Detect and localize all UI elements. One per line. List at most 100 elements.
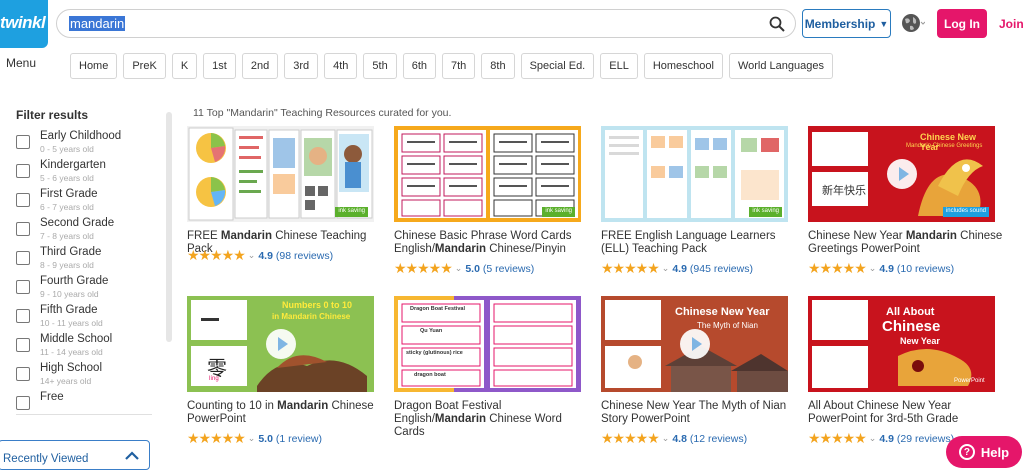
filter-label: Fifth Grade [40,304,98,316]
resource-thumbnail[interactable]: All About Chinese New Year PowerPoint [808,296,995,392]
filter-checkbox[interactable] [16,251,30,265]
card-text: dragon boat [414,372,446,378]
card-text: Dragon Boat Festival [410,306,466,312]
rating: ★★★★★ ⌄ 4.9 (29 reviews) [808,430,954,447]
play-icon[interactable] [886,159,917,189]
caret-down-icon: ▼ [879,18,889,29]
grade-link[interactable]: 5th [363,53,397,79]
resource-thumbnail[interactable]: Chinese New Year The Myth of Nian [601,296,788,392]
resource-card[interactable]: ink saving FREE Mandarin Chinese Teachin… [187,126,382,266]
sound-badge: includes sound [942,207,989,217]
globe-icon[interactable] [901,13,925,35]
resource-title[interactable]: Chinese New Year Mandarin Chinese Greeti… [808,230,1008,256]
filter-label: Fourth Grade [40,275,109,287]
chevron-down-icon[interactable]: ⌄ [248,250,256,261]
resource-title[interactable]: FREE English Language Learners (ELL) Tea… [601,230,801,256]
filter-checkbox[interactable] [16,222,30,236]
join-link[interactable]: Join [999,17,1024,31]
filter-age-range: 9 - 10 years old [40,289,99,299]
review-count-link[interactable]: (29 reviews) [897,433,954,445]
chevron-down-icon[interactable]: ⌄ [869,263,877,274]
resource-card[interactable]: ink saving Chinese Basic Phrase Word Car… [394,126,589,276]
grade-link[interactable]: 1st [203,53,236,79]
grade-link[interactable]: Home [70,53,118,79]
chevron-down-icon[interactable]: ⌄ [662,263,670,274]
rating-score: 4.8 [672,432,687,445]
grade-link[interactable]: Homeschool [643,53,723,79]
grade-link[interactable]: Special Ed. [520,53,595,79]
search-input[interactable]: mandarin [69,16,126,31]
grade-link[interactable]: 3rd [284,53,319,79]
resource-title[interactable]: Dragon Boat Festival English/Mandarin Ch… [394,400,594,439]
resource-card[interactable]: All About Chinese New Year PowerPoint Al… [808,296,1003,446]
resource-card[interactable]: Chinese New Year Mandarin Chinese Greeti… [808,126,1003,276]
thumbnail-subtitle: Mandarin Chinese Greetings [906,143,983,149]
review-count-link[interactable]: (12 reviews) [690,433,747,445]
grade-link[interactable]: 8th [481,53,515,79]
rating: ★★★★★ ⌄ 4.9 (10 reviews) [808,260,954,277]
grade-link[interactable]: PreK [123,53,166,79]
filter-checkbox[interactable] [16,280,30,294]
help-button[interactable]: ? Help [946,436,1022,468]
resource-card[interactable]: Numbers 0 to 10 in Mandarin Chinese 零 lí… [187,296,382,446]
resource-title[interactable]: Chinese Basic Phrase Word Cards English/… [394,230,594,256]
resource-card[interactable]: Chinese New Year The Myth of Nian Chines… [601,296,796,446]
chevron-down-icon[interactable]: ⌄ [869,433,877,444]
rating: ★★★★★ ⌄ 5.0 (1 review) [187,430,322,447]
card-text: sticky (glutinous) rice [406,350,463,356]
resource-title[interactable]: Chinese New Year The Myth of Nian Story … [601,400,801,426]
filter-checkbox[interactable] [16,193,30,207]
review-count-link[interactable]: (1 review) [276,433,322,445]
resource-thumbnail[interactable]: Chinese New Year Mandarin Chinese Greeti… [808,126,995,222]
star-rating-icon: ★★★★★ [808,260,867,276]
filter-checkbox[interactable] [16,309,30,323]
review-count-link[interactable]: (5 reviews) [483,263,534,275]
filter-checkbox[interactable] [16,135,30,149]
review-count-link[interactable]: (98 reviews) [276,250,333,262]
twinkl-logo[interactable]: twinkl [0,0,48,48]
thumbnail-pinyin: líng [209,376,219,382]
recently-viewed-button[interactable]: Recently Viewed [0,440,150,470]
grade-link[interactable]: 7th [442,53,476,79]
resource-thumbnail[interactable]: ink saving [394,126,581,222]
resource-card[interactable]: ink saving FREE English Language Learner… [601,126,796,276]
search-bar[interactable]: mandarin [56,9,796,38]
chevron-down-icon[interactable]: ⌄ [662,433,670,444]
filter-age-range: 5 - 6 years old [40,173,94,183]
chevron-down-icon[interactable]: ⌄ [248,433,256,444]
grade-link[interactable]: ELL [600,53,638,79]
resource-thumbnail[interactable]: Numbers 0 to 10 in Mandarin Chinese 零 lí… [187,296,374,392]
play-icon[interactable] [679,329,710,359]
login-button[interactable]: Log In [937,9,987,38]
resource-title[interactable]: All About Chinese New Year PowerPoint fo… [808,400,1008,426]
chevron-up-icon [125,451,139,460]
grade-link[interactable]: 4th [324,53,358,79]
filter-checkbox[interactable] [16,338,30,352]
grade-link[interactable]: K [171,53,198,79]
review-count-link[interactable]: (10 reviews) [897,263,954,275]
review-count-link[interactable]: (945 reviews) [690,263,753,275]
thumbnail-title: Numbers 0 to 10 [282,300,353,310]
filter-label: Middle School [40,333,113,345]
chevron-down-icon[interactable]: ⌄ [455,263,463,274]
resource-thumbnail[interactable]: ink saving [601,126,788,222]
resource-thumbnail[interactable]: Dragon Boat Festival Qu Yuan sticky (glu… [394,296,581,392]
resource-thumbnail[interactable]: ink saving [187,126,374,222]
grade-link[interactable]: World Languages [728,53,833,79]
filter-checkbox[interactable] [16,367,30,381]
play-icon[interactable] [265,329,296,359]
sidebar-scrollbar[interactable] [166,112,172,342]
search-icon[interactable] [769,16,785,32]
resource-card[interactable]: Dragon Boat Festival Qu Yuan sticky (glu… [394,296,589,446]
filter-age-range: 0 - 5 years old [40,144,94,154]
ink-saving-badge: ink saving [749,207,782,217]
thumbnail-subtitle: The Myth of Nian [697,321,758,330]
grade-link[interactable]: 2nd [241,53,279,79]
filter-checkbox[interactable] [16,396,30,410]
filter-age-range: 8 - 9 years old [40,260,94,270]
membership-button[interactable]: Membership ▼ [802,9,891,38]
resource-title[interactable]: Counting to 10 in Mandarin Chinese Power… [187,400,387,426]
grade-link[interactable]: 6th [402,53,436,79]
filter-checkbox[interactable] [16,164,30,178]
menu-button[interactable]: Menu [6,56,36,70]
